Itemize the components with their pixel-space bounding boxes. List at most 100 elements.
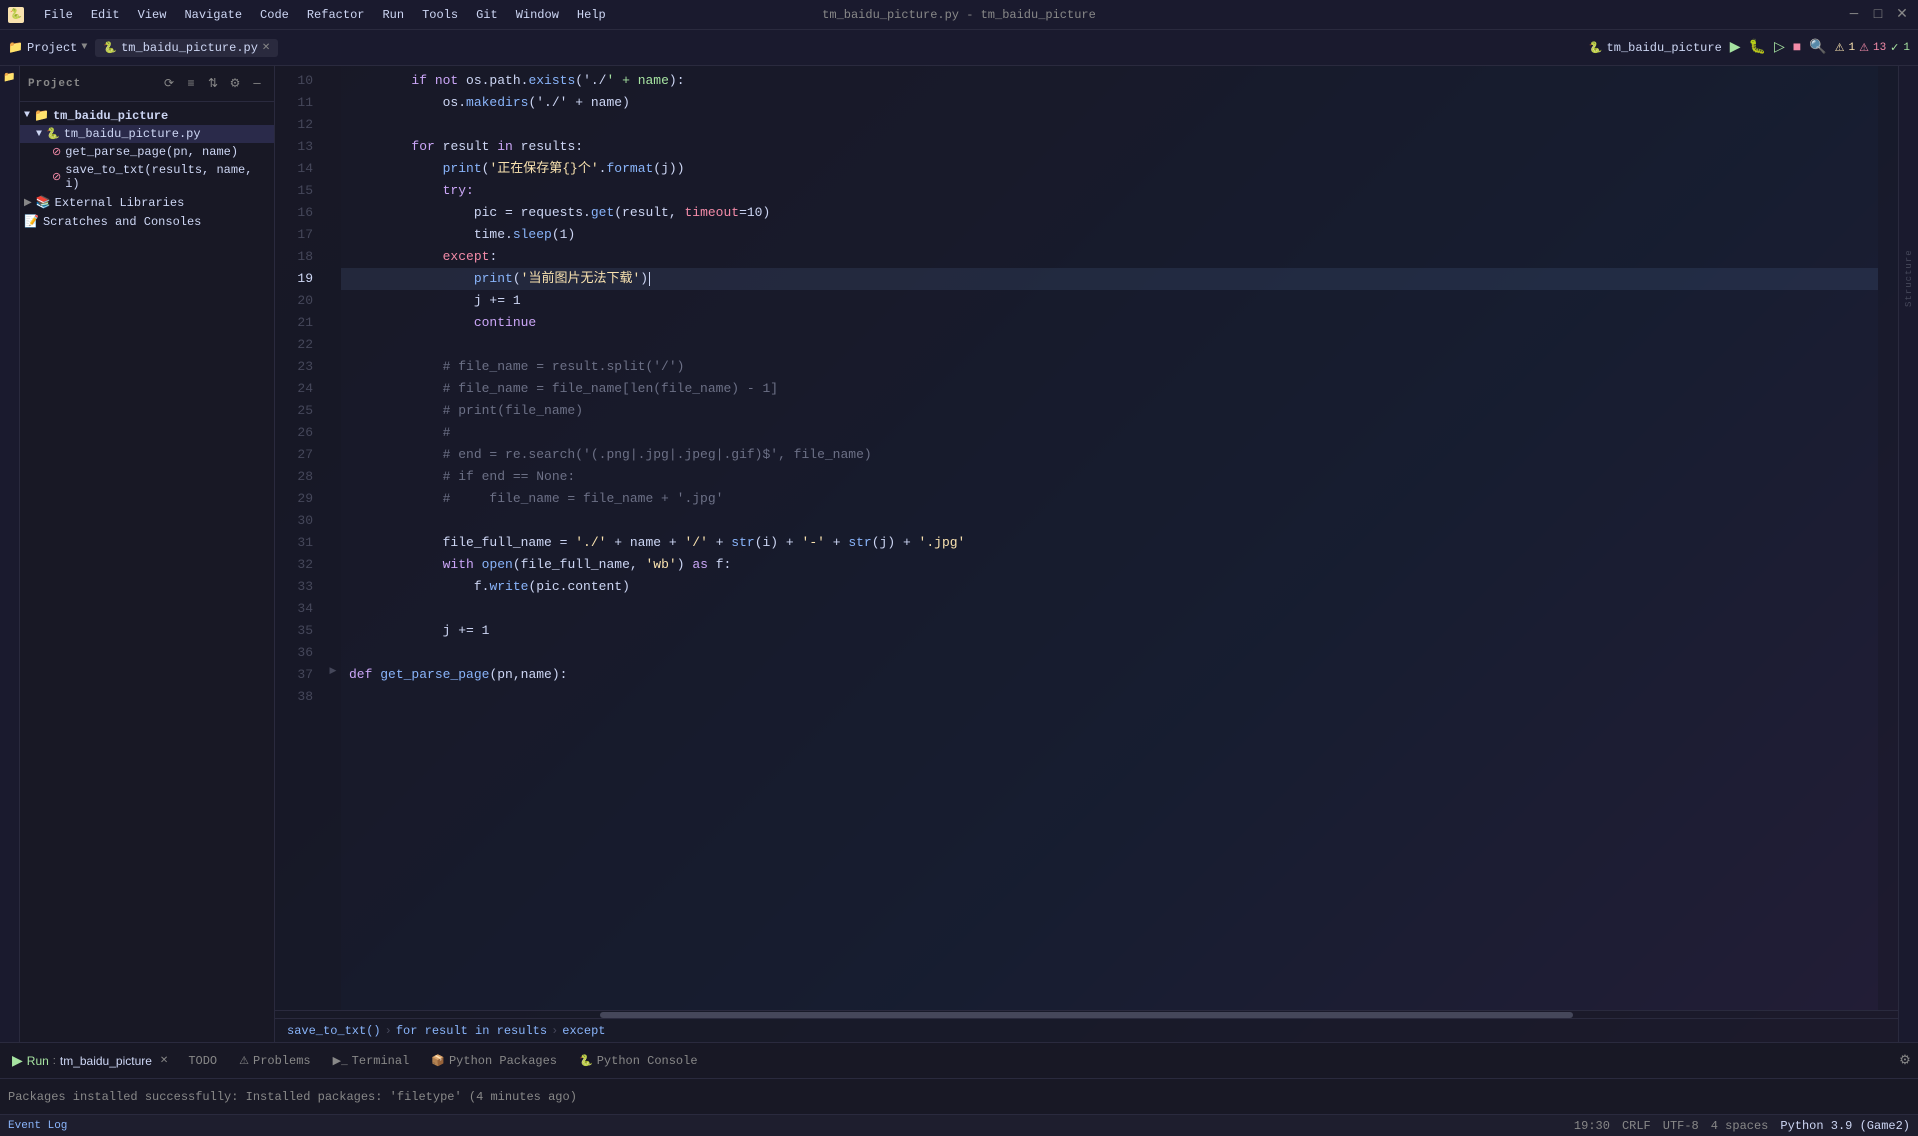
run-config-selector[interactable]: 🐍 tm_baidu_picture xyxy=(1589,41,1722,55)
horizontal-scrollbar[interactable] xyxy=(275,1010,1898,1018)
tree-func-1[interactable]: ⊘ get_parse_page(pn, name) xyxy=(20,143,274,161)
gutter-25 xyxy=(325,396,341,418)
structure-icon[interactable]: Structure xyxy=(1901,270,1917,286)
code-content[interactable]: if not os.path.exists('./' + name): os.m… xyxy=(341,66,1878,1010)
tab-python-packages[interactable]: 📦 Python Packages xyxy=(421,1043,567,1079)
event-log-button[interactable]: Event Log xyxy=(8,1120,67,1132)
maximize-button[interactable]: □ xyxy=(1870,7,1886,23)
line-num-14: 14 xyxy=(275,158,325,180)
toolbar-settings-icon[interactable]: ⚙ xyxy=(1896,1052,1914,1070)
line-col-indicator[interactable]: 19:30 xyxy=(1574,1119,1610,1133)
menu-code[interactable]: Code xyxy=(252,6,297,24)
right-gutter xyxy=(1878,66,1898,1010)
gutter-27 xyxy=(325,440,341,462)
py-file-label: tm_baidu_picture.py xyxy=(64,127,201,141)
code-line-22 xyxy=(341,334,1878,356)
menu-view[interactable]: View xyxy=(130,6,175,24)
tab-python-console[interactable]: 🐍 Python Console xyxy=(569,1043,708,1079)
warnings-indicator[interactable]: ⚠ 1 ⚠ 13 ✓ 1 xyxy=(1835,41,1910,55)
line-num-11: 11 xyxy=(275,92,325,114)
tab-terminal[interactable]: ▶_ Terminal xyxy=(323,1043,420,1079)
indent-indicator[interactable]: 4 spaces xyxy=(1711,1119,1769,1133)
menu-bar: File Edit View Navigate Code Refactor Ru… xyxy=(36,6,614,24)
menu-navigate[interactable]: Navigate xyxy=(176,6,250,24)
line-num-19: 19 xyxy=(275,268,325,290)
func-icon-1: ⊘ xyxy=(52,145,61,159)
menu-edit[interactable]: Edit xyxy=(83,6,128,24)
coverage-icon[interactable]: ▷ xyxy=(1774,39,1785,56)
root-arrow: ▼ xyxy=(24,110,30,121)
run-config-icon: 🐍 xyxy=(1589,41,1603,55)
close-button[interactable]: ✕ xyxy=(1894,7,1910,23)
code-line-35: j += 1 xyxy=(341,620,1878,642)
code-line-28: # if end == None: xyxy=(341,466,1878,488)
breadcrumb-item-3[interactable]: except xyxy=(562,1024,605,1038)
status-bar: Event Log 19:30 CRLF UTF-8 4 spaces Pyth… xyxy=(0,1114,1918,1136)
stop-icon[interactable]: ■ xyxy=(1793,40,1801,56)
filter-icon[interactable]: ⇅ xyxy=(204,75,222,93)
scratches-label: Scratches and Consoles xyxy=(43,215,201,229)
line-num-29: 29 xyxy=(275,488,325,510)
menu-window[interactable]: Window xyxy=(508,6,567,24)
breadcrumb-sep-2: › xyxy=(551,1024,558,1038)
tab-todo[interactable]: TODO xyxy=(178,1043,227,1079)
tree-func-2[interactable]: ⊘ save_to_txt(results, name, i) xyxy=(20,161,274,193)
menu-git[interactable]: Git xyxy=(468,6,506,24)
gutter-11 xyxy=(325,88,341,110)
settings-icon[interactable]: ⚙ xyxy=(226,75,244,93)
line-num-24: 24 xyxy=(275,378,325,400)
gutter-16 xyxy=(325,198,341,220)
run-button[interactable]: ▶ Run : tm_baidu_picture ✕ xyxy=(4,1043,176,1079)
line-num-22: 22 xyxy=(275,334,325,356)
code-line-20: j += 1 xyxy=(341,290,1878,312)
warning-count: 1 xyxy=(1848,42,1855,54)
menu-refactor[interactable]: Refactor xyxy=(299,6,373,24)
activity-bar: 📁 xyxy=(0,66,20,1042)
file-tree: ▼ 📁 tm_baidu_picture ▼ 🐍 tm_baidu_pictur… xyxy=(20,102,274,1042)
breadcrumb-item-1[interactable]: save_to_txt() xyxy=(287,1024,381,1038)
collapse-icon[interactable]: ≡ xyxy=(182,75,200,93)
menu-tools[interactable]: Tools xyxy=(414,6,466,24)
crlf-indicator[interactable]: CRLF xyxy=(1622,1119,1651,1133)
tree-scratches[interactable]: 📝 Scratches and Consoles xyxy=(20,212,274,231)
run-icon-header[interactable]: ▶ xyxy=(1730,39,1741,56)
line-num-20: 20 xyxy=(275,290,325,312)
tree-ext-libs[interactable]: ▶ 📚 External Libraries xyxy=(20,193,274,212)
project-dropdown-icon[interactable]: ▼ xyxy=(81,42,87,53)
file-tab-label[interactable]: tm_baidu_picture.py xyxy=(121,41,258,55)
run-close-icon[interactable]: ✕ xyxy=(160,1055,168,1066)
search-icon[interactable]: 🔍 xyxy=(1809,39,1826,56)
code-line-23: # file_name = result.split('/') xyxy=(341,356,1878,378)
menu-file[interactable]: File xyxy=(36,6,81,24)
minimize-button[interactable]: ─ xyxy=(1846,7,1862,23)
gutter-30 xyxy=(325,506,341,528)
debug-icon[interactable]: 🐛 xyxy=(1749,39,1766,56)
folder-icon[interactable]: 📁 xyxy=(2,70,18,86)
code-line-32: with open(file_full_name, 'wb') as f: xyxy=(341,554,1878,576)
tab-problems[interactable]: ⚠ Problems xyxy=(229,1043,320,1079)
project-label[interactable]: Project xyxy=(27,41,77,55)
line-num-35: 35 xyxy=(275,620,325,642)
problems-icon: ⚠ xyxy=(239,1054,249,1068)
tree-file-py[interactable]: ▼ 🐍 tm_baidu_picture.py xyxy=(20,125,274,143)
gutter-36 xyxy=(325,638,341,660)
ext-libs-arrow: ▶ xyxy=(24,197,32,209)
tree-root-folder[interactable]: ▼ 📁 tm_baidu_picture xyxy=(20,106,274,125)
python-version-indicator[interactable]: Python 3.9 (Game2) xyxy=(1780,1119,1910,1133)
sync-icon[interactable]: ⟳ xyxy=(160,75,178,93)
python-console-icon: 🐍 xyxy=(579,1054,593,1068)
menu-run[interactable]: Run xyxy=(374,6,412,24)
problems-label: Problems xyxy=(253,1054,311,1068)
sidebar-minimize-icon[interactable]: ─ xyxy=(248,75,266,93)
file-tab-close[interactable]: ✕ xyxy=(262,42,270,54)
func-label-1: get_parse_page(pn, name) xyxy=(65,145,238,159)
menu-help[interactable]: Help xyxy=(569,6,614,24)
error-icon: ⚠ xyxy=(1859,41,1869,55)
code-editor[interactable]: 10 11 12 13 14 15 16 17 18 19 20 21 22 2… xyxy=(275,66,1898,1010)
gutter-12 xyxy=(325,110,341,132)
terminal-label: Terminal xyxy=(352,1054,410,1068)
code-line-10: if not os.path.exists('./' + name): xyxy=(341,70,1878,92)
breadcrumb-item-2[interactable]: for result in results xyxy=(396,1024,547,1038)
encoding-indicator[interactable]: UTF-8 xyxy=(1663,1119,1699,1133)
line-num-36: 36 xyxy=(275,642,325,664)
